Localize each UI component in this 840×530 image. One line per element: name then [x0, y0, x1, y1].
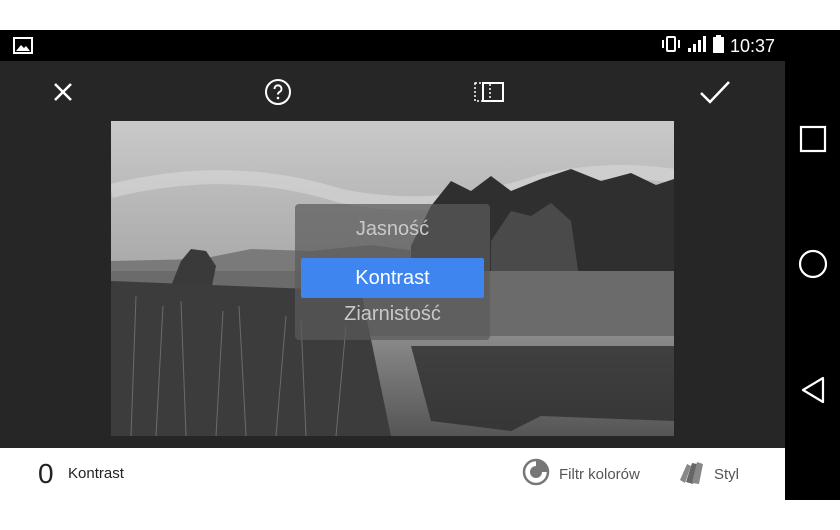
signal-icon — [687, 35, 707, 58]
bottom-bar: 0 Kontrast Filtr kolorów Styl — [0, 448, 785, 500]
editor-canvas: Jasność Kontrast Ziarnistość — [0, 121, 785, 448]
editor-toolbar — [0, 61, 785, 121]
adjustment-picker[interactable]: Jasność Kontrast Ziarnistość — [295, 204, 490, 340]
navigation-bar — [785, 30, 840, 500]
picker-item-brightness[interactable]: Jasność — [295, 218, 490, 241]
adjustment-label: Kontrast — [68, 465, 124, 482]
crop-icon[interactable] — [473, 76, 505, 108]
style-label: Styl — [714, 465, 740, 483]
picker-item-grain[interactable]: Ziarnistość — [295, 303, 490, 326]
adjustment-value: 0 — [38, 458, 54, 489]
color-filter-label: Filtr kolorów — [559, 465, 640, 483]
vibrate-icon — [661, 35, 681, 58]
color-filter-button[interactable]: Filtr kolorów — [522, 458, 640, 490]
style-button[interactable]: Styl — [677, 458, 739, 490]
style-icon — [677, 458, 705, 490]
status-time: 10:37 — [729, 36, 775, 56]
close-icon[interactable] — [47, 76, 79, 108]
check-icon[interactable] — [699, 76, 731, 108]
battery-icon — [712, 35, 724, 58]
home-icon[interactable] — [795, 246, 831, 282]
status-bar: 10:37 — [0, 30, 785, 61]
help-icon[interactable] — [262, 76, 294, 108]
back-icon[interactable] — [795, 372, 831, 408]
gallery-icon — [13, 37, 33, 54]
picker-item-contrast-selected[interactable]: Kontrast — [301, 258, 484, 298]
recents-icon[interactable] — [795, 121, 831, 157]
color-filter-icon — [522, 458, 550, 490]
